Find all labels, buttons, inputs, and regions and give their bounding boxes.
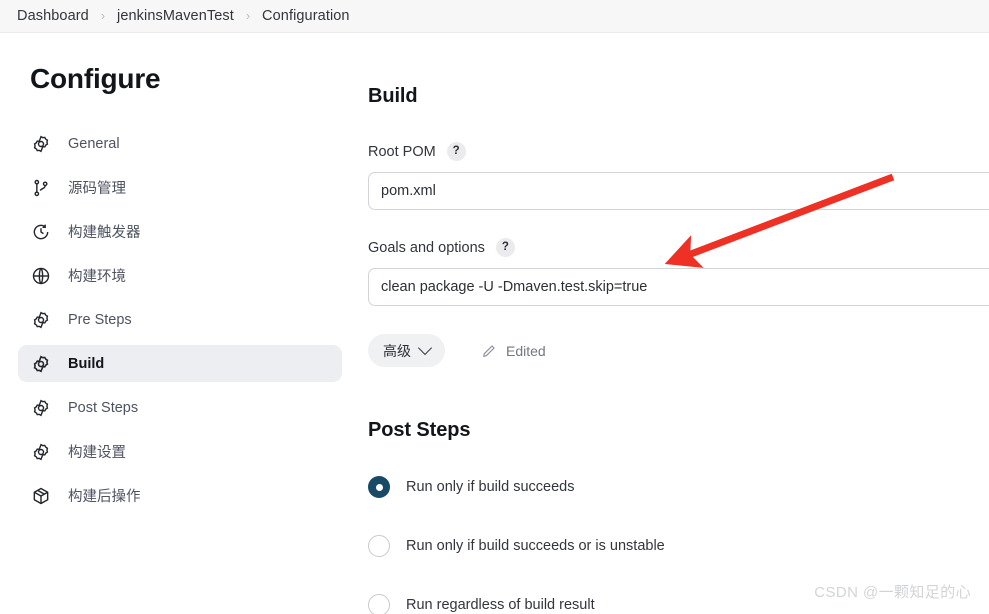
- sidebar-item-label: Post Steps: [68, 399, 139, 416]
- sidebar-item-build-environment[interactable]: 构建环境: [18, 257, 342, 294]
- edited-status: Edited: [481, 343, 546, 359]
- clock-icon: [30, 221, 52, 243]
- help-icon[interactable]: ?: [446, 142, 466, 161]
- sidebar-item-label: General: [68, 135, 120, 152]
- advanced-button[interactable]: 高级: [368, 334, 445, 367]
- sidebar-item-build-triggers[interactable]: 构建触发器: [18, 213, 342, 250]
- sidebar-item-label: 构建后操作: [68, 489, 141, 505]
- radio-button[interactable]: [368, 476, 390, 498]
- help-icon[interactable]: ?: [495, 238, 515, 257]
- gear-icon: [30, 397, 52, 419]
- sidebar-item-general[interactable]: General: [18, 125, 342, 162]
- sidebar-item-post-steps[interactable]: Post Steps: [18, 389, 342, 426]
- breadcrumb: Dashboard › jenkinsMavenTest › Configura…: [0, 0, 989, 33]
- gear-icon: [30, 353, 52, 375]
- git-branch-icon: [30, 177, 52, 199]
- gear-icon: [30, 133, 52, 155]
- sidebar-item-label: 源码管理: [68, 181, 126, 197]
- breadcrumb-item-job[interactable]: jenkinsMavenTest: [117, 8, 234, 24]
- sidebar-item-source-code-management[interactable]: 源码管理: [18, 169, 342, 206]
- sidebar-item-pre-steps[interactable]: Pre Steps: [18, 301, 342, 338]
- radio-label: Run only if build succeeds or is unstabl…: [406, 538, 665, 554]
- goals-and-options-input[interactable]: [368, 268, 989, 306]
- sidebar-nav: General 源码管理 构建触发器 构建环境 Pre Steps Build …: [0, 125, 360, 514]
- gear-icon: [30, 441, 52, 463]
- edited-status-label: Edited: [506, 342, 546, 359]
- post-steps-section-title: Post Steps: [368, 419, 471, 441]
- breadcrumb-item-configuration[interactable]: Configuration: [262, 8, 350, 24]
- chevron-down-icon: [417, 340, 433, 355]
- pencil-icon: [481, 343, 497, 359]
- breadcrumb-item-dashboard[interactable]: Dashboard: [17, 8, 89, 24]
- root-pom-label-row: Root POM ?: [368, 142, 989, 161]
- radio-button[interactable]: [368, 535, 390, 557]
- advanced-row: 高级 Edited: [368, 334, 989, 367]
- goals-label: Goals and options: [368, 239, 485, 256]
- radio-label: Run only if build succeeds: [406, 479, 575, 495]
- post-step-option-succeeds[interactable]: Run only if build succeeds: [368, 476, 989, 498]
- page-title: Configure: [30, 63, 161, 94]
- radio-label: Run regardless of build result: [406, 597, 595, 613]
- sidebar-item-build-settings[interactable]: 构建设置: [18, 433, 342, 470]
- sidebar-item-label: 构建触发器: [68, 225, 141, 241]
- sidebar-item-post-build-actions[interactable]: 构建后操作: [18, 477, 342, 514]
- post-step-option-succeeds-or-unstable[interactable]: Run only if build succeeds or is unstabl…: [368, 535, 989, 557]
- package-icon: [30, 485, 52, 507]
- gear-icon: [30, 309, 52, 331]
- watermark: CSDN @一颗知足的心: [814, 584, 971, 601]
- main-content: Build Root POM ? Goals and options ? 高级: [360, 33, 989, 614]
- goals-label-row: Goals and options ?: [368, 238, 989, 257]
- build-section-title: Build: [368, 85, 418, 107]
- sidebar-item-build[interactable]: Build: [18, 345, 342, 382]
- radio-button[interactable]: [368, 594, 390, 614]
- breadcrumb-separator-icon: ›: [100, 9, 106, 23]
- root-pom-label: Root POM: [368, 143, 436, 160]
- sidebar: Configure General 源码管理 构建触发器 构建环境 Pre St…: [0, 33, 360, 614]
- globe-icon: [30, 265, 52, 287]
- sidebar-item-label: 构建环境: [68, 269, 126, 285]
- sidebar-item-label: Build: [68, 355, 105, 372]
- sidebar-item-label: 构建设置: [68, 445, 126, 461]
- breadcrumb-separator-icon: ›: [245, 9, 251, 23]
- advanced-button-label: 高级: [383, 342, 411, 359]
- page-body: Configure General 源码管理 构建触发器 构建环境 Pre St…: [0, 33, 989, 614]
- sidebar-item-label: Pre Steps: [68, 311, 132, 328]
- root-pom-input[interactable]: [368, 172, 989, 210]
